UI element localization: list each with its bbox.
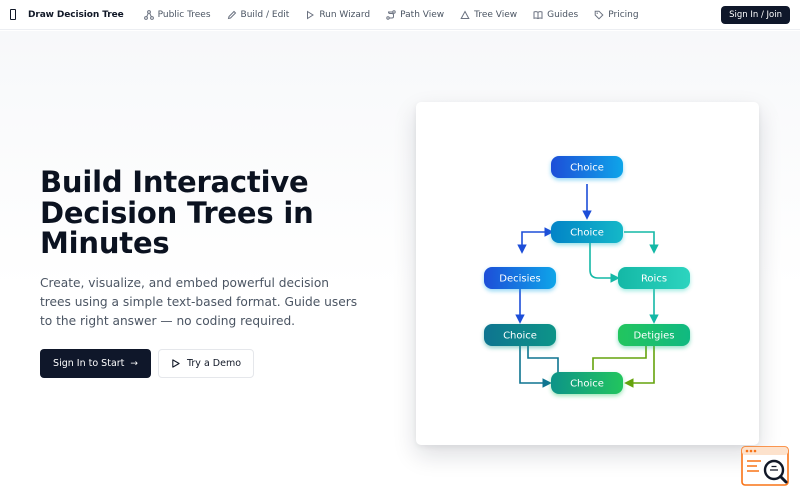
nav-run-wizard[interactable]: Run Wizard (305, 10, 370, 20)
tree-node[interactable]: Choice (551, 372, 623, 396)
nav-label: Public Trees (157, 9, 211, 20)
route-icon (386, 9, 396, 20)
play-icon (305, 10, 315, 20)
nav-label: Guides (547, 9, 579, 20)
tree-node[interactable]: Choice (551, 156, 623, 180)
nav-label: Path View (400, 9, 445, 20)
top-navbar: Draw Decision Tree Public Trees Build / … (0, 0, 800, 30)
tag-icon (594, 10, 604, 20)
node-label: Roics (641, 274, 667, 285)
arrow-right-icon: → (130, 358, 138, 369)
sign-in-join-button[interactable]: Sign In / Join (721, 6, 790, 24)
node-label: Choice (570, 163, 604, 174)
nav-links: Public Trees Build / Edit Run Wizard Pat… (143, 9, 655, 20)
nav-label: Run Wizard (319, 9, 371, 20)
node-label: Choice (570, 228, 604, 239)
tree-node[interactable]: Choice (484, 324, 556, 348)
button-label: Sign In to Start (53, 358, 125, 369)
button-label: Try a Demo (186, 358, 242, 369)
nav-build-edit[interactable]: Build / Edit (227, 9, 290, 20)
tree-node[interactable]: Choice (551, 221, 623, 245)
brand-name: Draw Decision Tree (28, 9, 124, 20)
nav-public-trees[interactable]: Public Trees (143, 9, 211, 20)
nav-label: Pricing (608, 9, 639, 20)
brand[interactable]: Draw Decision Tree (10, 9, 124, 20)
hero-subtitle: Create, visualize, and embed powerful de… (40, 276, 358, 328)
node-label: Choice (503, 331, 537, 342)
node-label: Choice (570, 379, 604, 390)
decision-tree-preview-card: Choice Choice Decisies Roics Choice Detigies C… (416, 102, 759, 445)
hero-title: Build Interactive Decision Trees in Minu… (40, 165, 314, 260)
tree-node[interactable]: Detigies (618, 324, 690, 348)
nav-pricing[interactable]: Pricing (594, 9, 639, 20)
node-label: Detigies (633, 331, 674, 342)
try-a-demo-button[interactable]: Try a Demo (158, 349, 254, 378)
tree-node[interactable]: Roics (618, 267, 690, 291)
node-label: Decisies (499, 274, 540, 285)
network-icon (143, 9, 154, 20)
nav-guides[interactable]: Guides (533, 10, 578, 20)
search-window-icon[interactable] (741, 446, 791, 488)
book-icon (533, 10, 543, 20)
phone-outline-icon (10, 9, 16, 20)
triangle-icon (460, 9, 470, 20)
tree-node[interactable]: Decisies (484, 267, 556, 291)
decision-tree-diagram: Choice Choice Decisies Roics Choice Detigies C… (484, 156, 690, 396)
nav-label: Build / Edit (240, 9, 290, 20)
nav-label: Tree View (474, 9, 518, 20)
nav-tree-view[interactable]: Tree View (460, 10, 517, 20)
play-icon (171, 359, 180, 368)
sign-in-to-start-button[interactable]: Sign In to Start → (40, 349, 151, 378)
nav-path-view[interactable]: Path View (386, 10, 444, 20)
pencil-icon (227, 10, 237, 20)
